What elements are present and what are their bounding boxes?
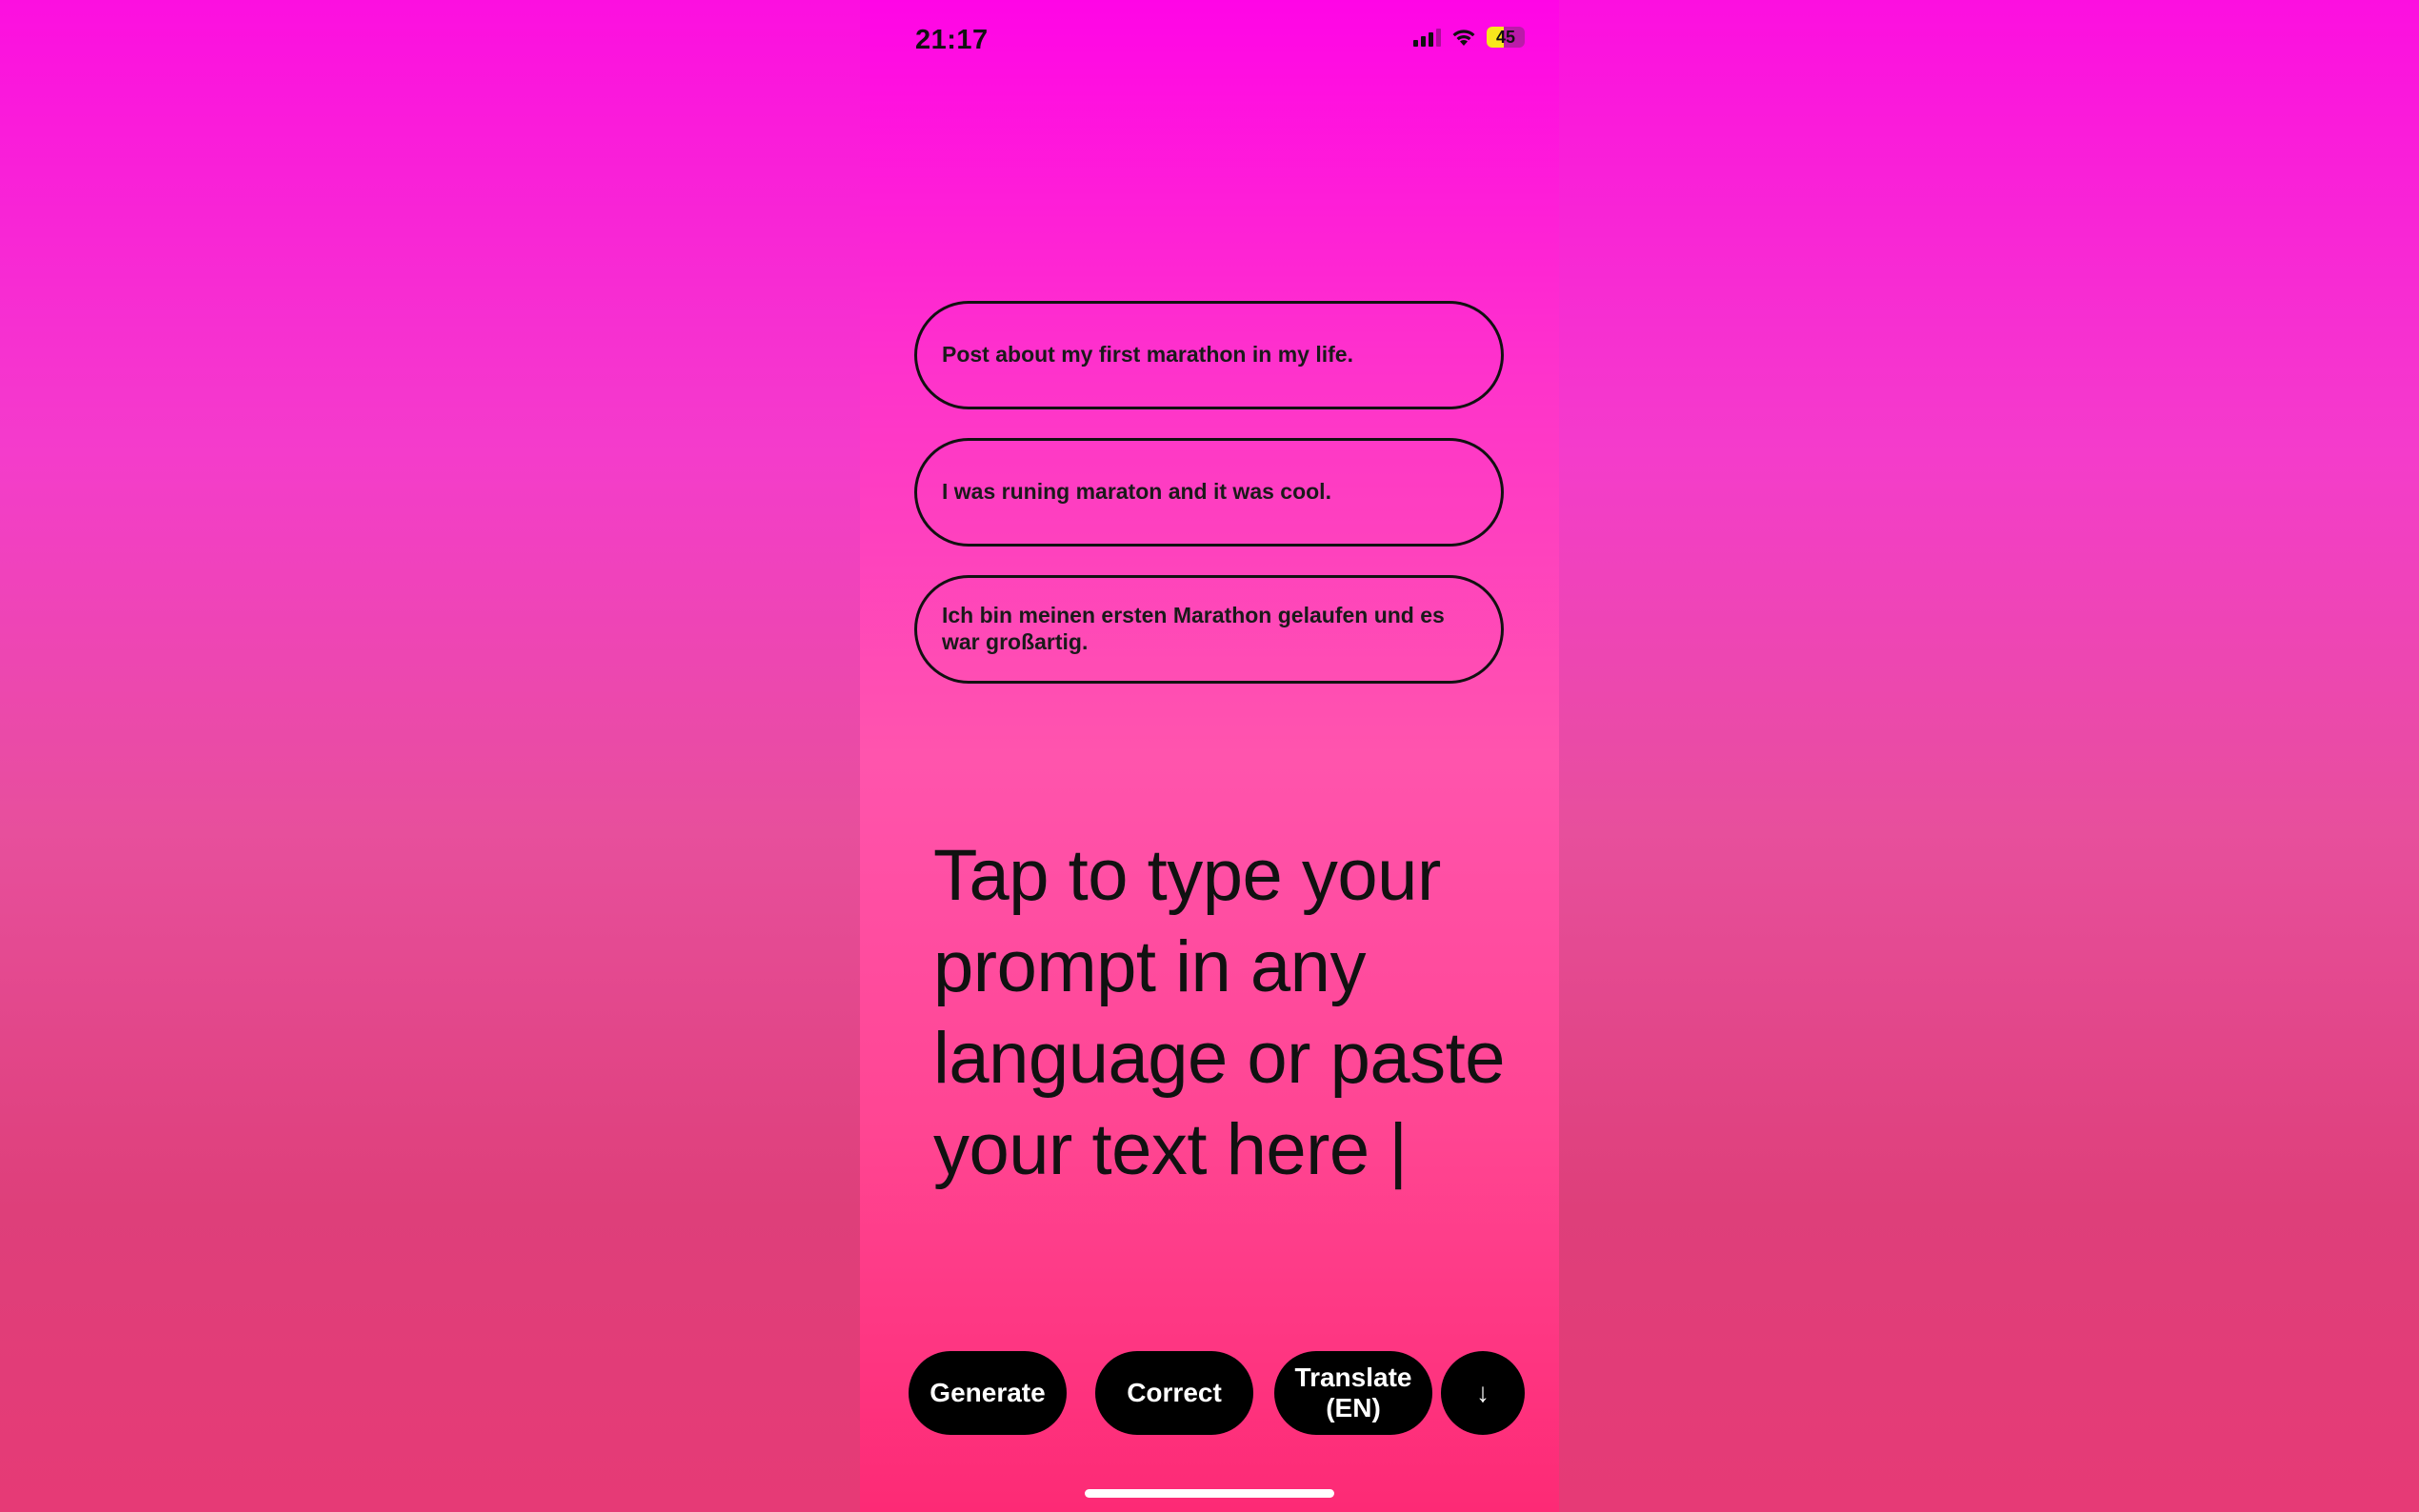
battery-icon: 45 — [1487, 27, 1525, 48]
action-toolbar: Generate Correct Translate (EN) ↓ — [909, 1351, 1537, 1435]
correct-button[interactable]: Correct — [1095, 1351, 1253, 1435]
suggestion-list: Post about my first marathon in my life.… — [914, 301, 1504, 712]
status-time: 21:17 — [915, 25, 989, 55]
background-left — [0, 0, 860, 1512]
suggestion-pill[interactable]: Post about my first marathon in my life. — [914, 301, 1504, 409]
prompt-input[interactable]: Tap to type your prompt in any language … — [933, 830, 1505, 1196]
background-right — [1559, 0, 2419, 1512]
suggestion-pill[interactable]: Ich bin meinen ersten Marathon gelaufen … — [914, 575, 1504, 684]
translate-button[interactable]: Translate (EN) — [1274, 1351, 1432, 1435]
status-icons: 45 — [1413, 27, 1525, 48]
arrow-down-icon[interactable]: ↓ — [1441, 1351, 1525, 1435]
wifi-icon — [1452, 30, 1475, 46]
phone-screen: 21:17 45 Post about my first marathon in… — [860, 0, 1559, 1512]
generate-button[interactable]: Generate — [909, 1351, 1067, 1435]
battery-level: 45 — [1495, 27, 1516, 47]
suggestion-pill[interactable]: I was runing maraton and it was cool. — [914, 438, 1504, 547]
cellular-signal-icon — [1413, 28, 1441, 47]
home-indicator[interactable] — [1085, 1489, 1334, 1498]
